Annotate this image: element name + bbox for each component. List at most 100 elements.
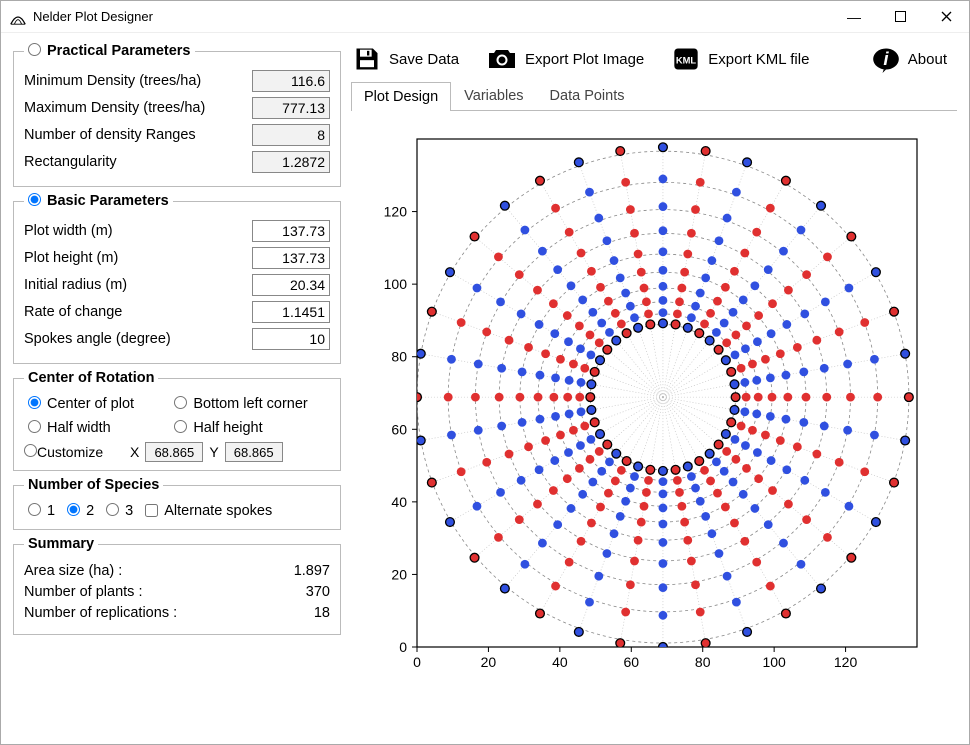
species-1-label[interactable]: 1: [28, 503, 55, 519]
area-size-value: 1.897: [294, 563, 330, 579]
svg-text:40: 40: [391, 494, 407, 510]
tab-plot-design[interactable]: Plot Design: [351, 82, 451, 111]
tab-data-points[interactable]: Data Points: [537, 81, 638, 110]
maximize-icon: [895, 11, 906, 22]
svg-text:0: 0: [399, 639, 407, 655]
svg-text:40: 40: [552, 654, 568, 670]
kml-icon: KML: [672, 45, 700, 73]
right-panel: Save Data Export Plot Image KML Export K…: [351, 43, 957, 732]
export-kml-button[interactable]: KML Export KML file: [672, 45, 809, 73]
customize-radio[interactable]: [24, 444, 37, 457]
svg-text:80: 80: [695, 654, 711, 670]
svg-text:20: 20: [481, 654, 497, 670]
area-size-label: Area size (ha) :: [24, 563, 294, 579]
export-kml-label: Export KML file: [708, 51, 809, 68]
practical-legend: Practical Parameters: [47, 43, 191, 59]
initial-radius-field[interactable]: [252, 274, 330, 296]
svg-text:80: 80: [391, 349, 407, 365]
svg-text:i: i: [883, 48, 889, 69]
plot-width-label: Plot width (m): [24, 223, 252, 239]
rate-field[interactable]: [252, 301, 330, 323]
close-icon: [941, 11, 952, 22]
min-density-label: Minimum Density (trees/ha): [24, 73, 252, 89]
plot-area: 020406080100120020406080100120: [351, 111, 957, 732]
basic-mode-radio[interactable]: [28, 193, 41, 206]
y-label: Y: [209, 444, 218, 460]
center-x-field[interactable]: [145, 442, 203, 462]
plot-frame: 020406080100120020406080100120: [369, 129, 909, 669]
half-height-radio-label[interactable]: Half height: [174, 420, 330, 436]
species-3-label[interactable]: 3: [106, 503, 133, 519]
customize-radio-label[interactable]: Customize: [24, 444, 124, 460]
spokes-angle-field[interactable]: [252, 328, 330, 350]
plants-value: 370: [306, 584, 330, 600]
rectangularity-label: Rectangularity: [24, 154, 252, 170]
half-width-radio-label[interactable]: Half width: [28, 420, 156, 436]
reps-label: Number of replications :: [24, 605, 314, 621]
species-legend: Number of Species: [24, 477, 163, 493]
reps-value: 18: [314, 605, 330, 621]
rectangularity-field[interactable]: [252, 151, 330, 173]
center-y-field[interactable]: [225, 442, 283, 462]
x-label: X: [130, 444, 139, 460]
app-icon: [9, 8, 27, 26]
maximize-button[interactable]: [877, 1, 923, 33]
center-plot-radio-label[interactable]: Center of plot: [28, 396, 156, 412]
tab-bar: Plot Design Variables Data Points: [351, 81, 957, 111]
basic-legend: Basic Parameters: [47, 193, 169, 209]
about-label: About: [908, 51, 947, 68]
save-data-button[interactable]: Save Data: [353, 45, 459, 73]
save-icon: [353, 45, 381, 73]
bottom-left-radio-label[interactable]: Bottom left corner: [174, 396, 330, 412]
plants-label: Number of plants :: [24, 584, 306, 600]
half-width-radio[interactable]: [28, 420, 41, 433]
app-window: Nelder Plot Designer — Practical Paramet…: [0, 0, 970, 745]
svg-text:0: 0: [413, 654, 421, 670]
center-plot-radio[interactable]: [28, 396, 41, 409]
info-icon: i: [872, 45, 900, 73]
about-button[interactable]: i About: [872, 45, 947, 73]
toolbar: Save Data Export Plot Image KML Export K…: [351, 43, 957, 81]
initial-radius-label: Initial radius (m): [24, 277, 252, 293]
basic-parameters-group: Basic Parameters Plot width (m) Plot hei…: [13, 193, 341, 364]
center-legend: Center of Rotation: [24, 370, 158, 386]
center-rotation-group: Center of Rotation Center of plot Bottom…: [13, 370, 341, 471]
nelder-plot-chart: 020406080100120020406080100120: [369, 129, 929, 689]
svg-text:20: 20: [391, 566, 407, 582]
half-height-radio[interactable]: [174, 420, 187, 433]
svg-text:100: 100: [762, 654, 786, 670]
min-density-field[interactable]: [252, 70, 330, 92]
minimize-button[interactable]: —: [831, 1, 877, 33]
species-group: Number of Species 1 2 3 Alternate spokes: [13, 477, 341, 530]
plot-height-label: Plot height (m): [24, 250, 252, 266]
max-density-field[interactable]: [252, 97, 330, 119]
species-3-radio[interactable]: [106, 503, 119, 516]
plot-height-field[interactable]: [252, 247, 330, 269]
species-2-radio[interactable]: [67, 503, 80, 516]
practical-parameters-group: Practical Parameters Minimum Density (tr…: [13, 43, 341, 187]
export-image-label: Export Plot Image: [525, 51, 644, 68]
svg-text:120: 120: [834, 654, 858, 670]
ranges-field[interactable]: [252, 124, 330, 146]
plot-width-field[interactable]: [252, 220, 330, 242]
alternate-spokes-label[interactable]: Alternate spokes: [145, 503, 272, 519]
svg-text:60: 60: [391, 421, 407, 437]
alternate-spokes-checkbox[interactable]: [145, 504, 158, 517]
species-2-label[interactable]: 2: [67, 503, 94, 519]
max-density-label: Maximum Density (trees/ha): [24, 100, 252, 116]
species-1-radio[interactable]: [28, 503, 41, 516]
spokes-angle-label: Spokes angle (degree): [24, 331, 252, 347]
left-panel: Practical Parameters Minimum Density (tr…: [13, 43, 341, 732]
summary-legend: Summary: [24, 536, 98, 552]
practical-mode-radio[interactable]: [28, 43, 41, 56]
svg-text:60: 60: [623, 654, 639, 670]
svg-text:KML: KML: [676, 56, 697, 66]
rate-label: Rate of change: [24, 304, 252, 320]
export-image-button[interactable]: Export Plot Image: [487, 46, 644, 72]
close-button[interactable]: [923, 1, 969, 33]
tab-variables[interactable]: Variables: [451, 81, 536, 110]
svg-text:100: 100: [384, 276, 408, 292]
bottom-left-radio[interactable]: [174, 396, 187, 409]
titlebar: Nelder Plot Designer —: [1, 1, 969, 33]
summary-group: Summary Area size (ha) :1.897 Number of …: [13, 536, 341, 635]
